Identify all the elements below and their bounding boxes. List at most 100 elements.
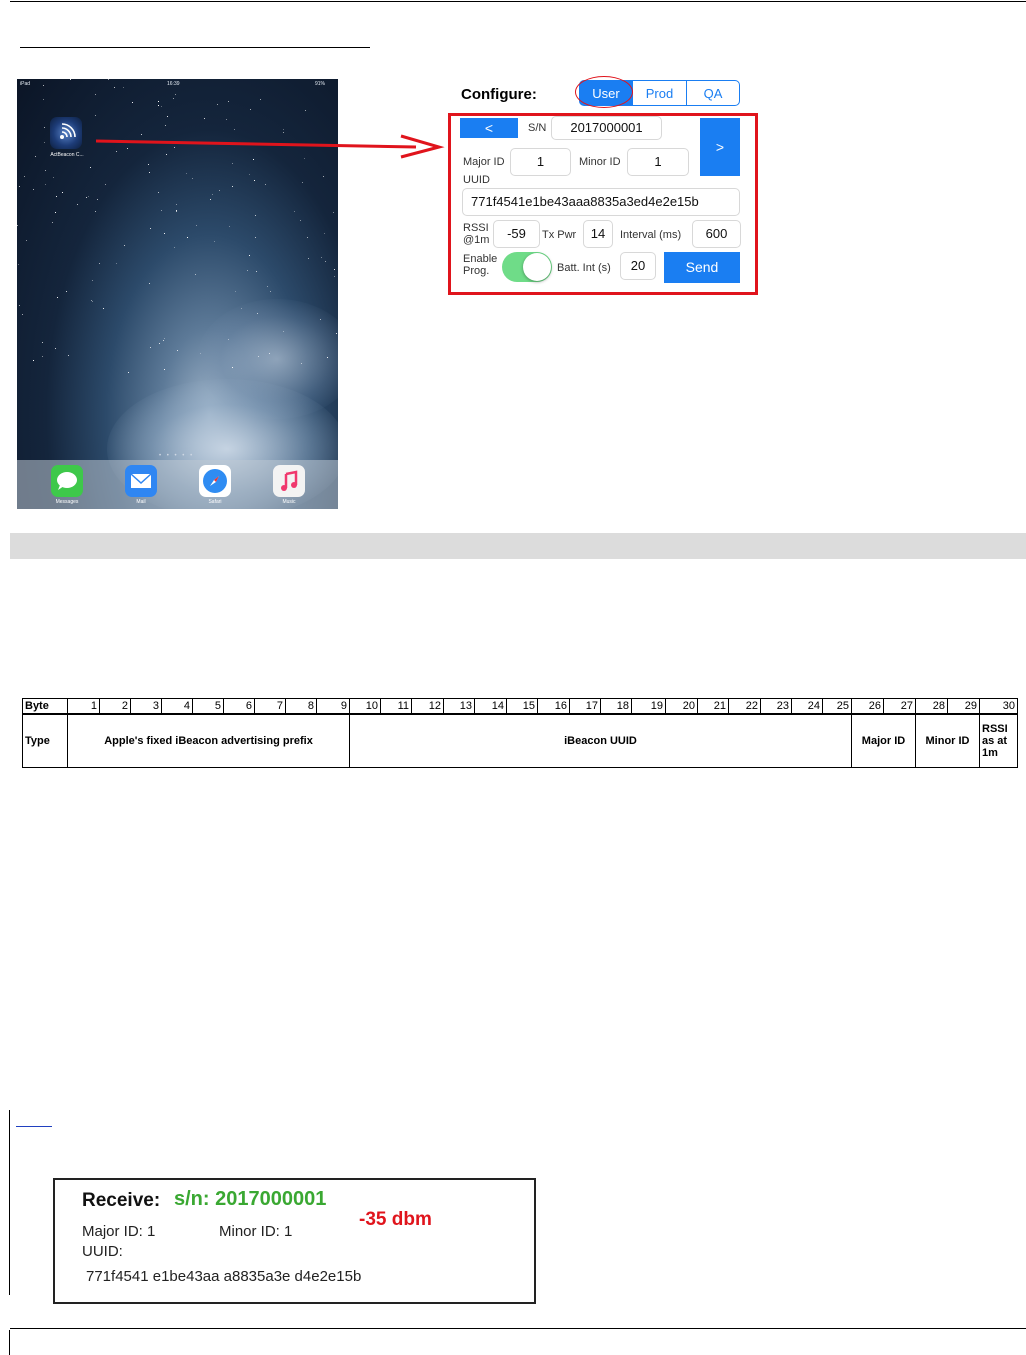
byte-header-row: Byte 1 2 3 4 5 6 7 8 9 10 11 12 13 14 15 16 17 18 19 20 21 22 2… <box>22 698 1018 714</box>
star <box>302 182 303 183</box>
star <box>232 186 233 187</box>
star <box>173 98 174 99</box>
star <box>165 125 166 126</box>
star <box>249 255 250 256</box>
status-battery: 91% <box>315 81 326 87</box>
interval-field[interactable]: 600 <box>692 220 741 248</box>
star <box>26 240 27 241</box>
arrow-right-icon <box>96 134 445 159</box>
messages-icon[interactable] <box>51 465 83 497</box>
star <box>229 226 230 227</box>
rssi-label-line2: @1m <box>463 234 490 246</box>
star <box>86 197 87 198</box>
star <box>176 204 177 205</box>
mail-icon[interactable] <box>125 465 157 497</box>
star <box>45 184 46 185</box>
star <box>195 274 196 275</box>
star <box>325 261 326 262</box>
star <box>257 313 258 314</box>
dock-label: Safari <box>208 499 222 505</box>
beacon-signal-icon <box>60 123 76 139</box>
receive-dbm: -35 dbm <box>359 1209 432 1230</box>
music-icon[interactable] <box>273 465 305 497</box>
receive-major: Major ID: 1 <box>82 1223 156 1240</box>
heading-underline <box>20 47 370 48</box>
uuid-field[interactable]: 771f4541e1be43aaa8835a3ed4e2e15b <box>462 188 740 216</box>
star <box>269 353 270 354</box>
rssi-field[interactable]: -59 <box>493 220 540 248</box>
byte-number-cell: 12 <box>411 698 444 714</box>
next-button[interactable]: > <box>700 118 740 176</box>
byte-number-cell: 21 <box>697 698 729 714</box>
rssi-label: RSSI @1m <box>463 222 489 246</box>
star <box>52 222 53 223</box>
safari-icon[interactable] <box>199 465 231 497</box>
star <box>99 263 100 264</box>
star <box>267 286 268 287</box>
byte-number-cell: 27 <box>883 698 916 714</box>
star <box>327 357 328 358</box>
star <box>105 184 106 185</box>
star <box>308 258 309 259</box>
field-cell-2: iBeacon UUID <box>349 714 852 768</box>
star <box>95 115 96 116</box>
star <box>192 178 193 179</box>
byte-number-cell: 18 <box>600 698 632 714</box>
dock-label: Music <box>282 499 296 505</box>
star <box>212 194 213 195</box>
byte-number-cell: 22 <box>728 698 761 714</box>
send-button[interactable]: Send <box>664 252 740 283</box>
byte-number-cell: 17 <box>569 698 601 714</box>
rssi-label-line1: RSSI <box>463 222 489 234</box>
receive-uuid-label: UUID: <box>82 1243 123 1260</box>
star <box>92 280 93 281</box>
star <box>247 270 248 271</box>
star <box>44 127 45 128</box>
star <box>177 350 178 351</box>
enable-prog-toggle[interactable] <box>502 252 552 282</box>
left-margin-line-bottom <box>9 1330 10 1355</box>
byte-number-cell: 20 <box>665 698 698 714</box>
mode-prod-button[interactable]: Prod <box>632 80 687 106</box>
star <box>228 101 229 102</box>
star <box>132 102 133 103</box>
tx-pwr-field[interactable]: 14 <box>583 220 613 248</box>
byte-number-cell: 7 <box>254 698 286 714</box>
mode-qa-button[interactable]: QA <box>686 80 740 106</box>
star <box>270 291 271 292</box>
uuid-label: UUID <box>463 174 490 186</box>
star <box>43 99 44 100</box>
star <box>294 211 295 212</box>
actbeacon-app-icon[interactable] <box>50 117 82 149</box>
star <box>228 339 229 340</box>
sn-field[interactable]: 2017000001 <box>551 116 662 140</box>
byte-number-cell: 9 <box>316 698 350 714</box>
batt-int-label: Batt. Int (s) <box>557 262 611 274</box>
footnote-link[interactable] <box>16 1126 52 1127</box>
star <box>232 163 233 164</box>
byte-number-cell: 6 <box>223 698 255 714</box>
batt-int-field[interactable]: 20 <box>620 252 656 280</box>
minor-id-field[interactable]: 1 <box>627 148 689 176</box>
star <box>33 360 34 361</box>
star <box>321 257 322 258</box>
status-device: iPad <box>20 81 31 87</box>
star <box>91 300 92 301</box>
star <box>62 192 63 193</box>
byte-number-cell: 24 <box>791 698 823 714</box>
star <box>320 319 321 320</box>
byte-number-cell: 14 <box>474 698 507 714</box>
star <box>200 353 201 354</box>
star <box>66 291 67 292</box>
star <box>235 291 236 292</box>
byte-number-cell: 16 <box>537 698 570 714</box>
ipad-dock: Messages Mail Safari Music <box>17 460 338 509</box>
star <box>35 156 36 157</box>
tx-pwr-label: Tx Pwr <box>542 229 577 241</box>
byte-number-cell: 25 <box>822 698 852 714</box>
star <box>77 204 78 205</box>
user-highlight-circle <box>575 76 633 108</box>
star <box>258 356 259 357</box>
prev-button[interactable]: < <box>460 118 518 138</box>
major-id-field[interactable]: 1 <box>510 148 571 176</box>
